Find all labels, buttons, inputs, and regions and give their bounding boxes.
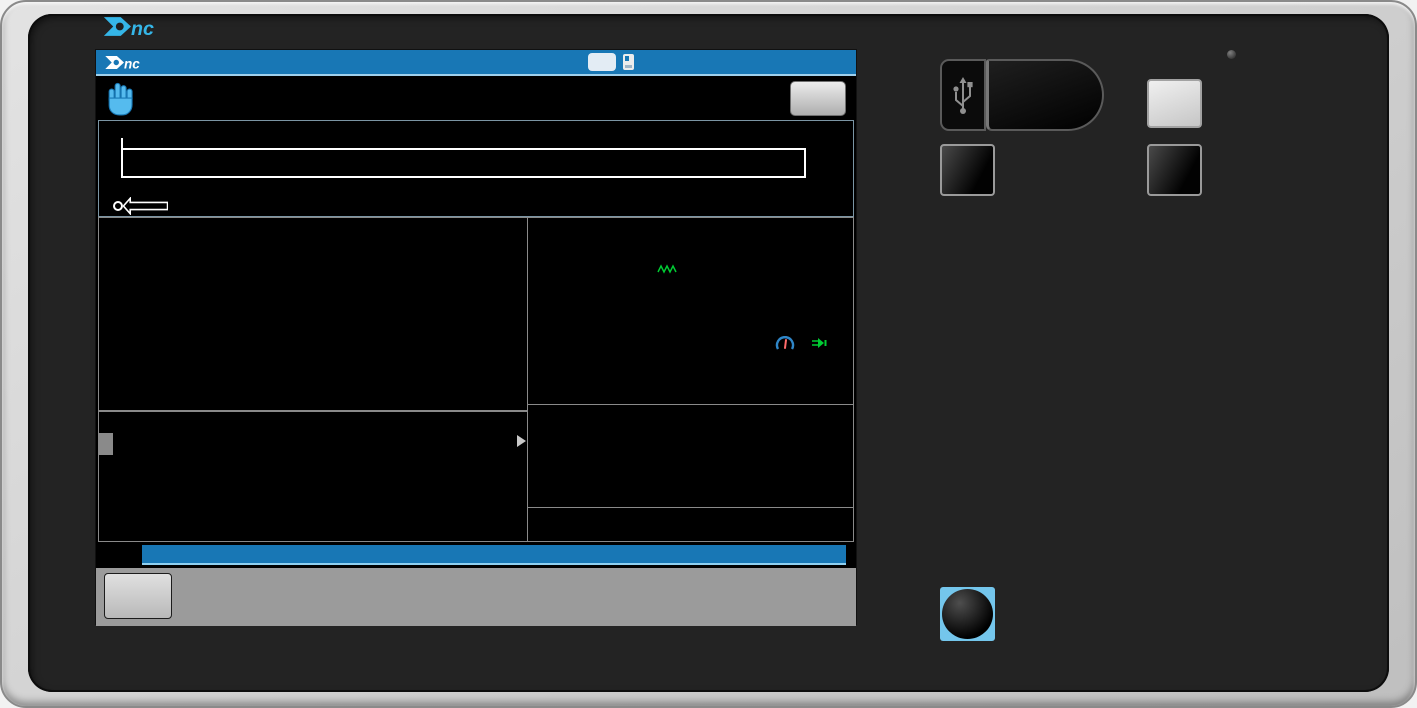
- feed-row: [534, 260, 845, 322]
- storage-icon: [623, 54, 634, 70]
- titlebar: nc: [96, 50, 856, 76]
- usb-icon: [952, 74, 974, 116]
- scroll-arrow-icon[interactable]: [517, 435, 526, 447]
- override-arrow-icon: [811, 337, 827, 349]
- check-icon: [588, 53, 616, 71]
- axes-header: [107, 220, 527, 246]
- program-header: [99, 412, 527, 432]
- tick-mark: [121, 138, 123, 148]
- position-panel: [98, 217, 528, 542]
- softkey-bar: [96, 568, 856, 626]
- main-area: [96, 217, 856, 542]
- grinding-gauge-panel: [98, 120, 854, 217]
- usb-socket[interactable]: [940, 59, 986, 131]
- machine-state-panel: [528, 217, 854, 542]
- grind-stages: [107, 183, 168, 217]
- brand-logo: nc: [102, 15, 162, 38]
- titlebar-logo-icon: nc: [104, 54, 144, 71]
- command-bar[interactable]: [142, 545, 846, 565]
- key-grid: [940, 144, 1336, 196]
- hand-mode-icon: [106, 80, 136, 116]
- axis-row: [107, 246, 527, 287]
- screen-tabs: [790, 81, 846, 116]
- feed-values: [643, 260, 839, 322]
- grind-stage: [113, 197, 168, 215]
- edit-keys: [1147, 79, 1202, 128]
- program-line[interactable]: [99, 432, 527, 456]
- mode-keys: [940, 587, 995, 641]
- titlebar-status-icons: [588, 53, 634, 71]
- svg-text:nc: nc: [124, 56, 140, 71]
- power-led-icon: [1227, 50, 1236, 59]
- spindle-row: [534, 322, 845, 364]
- tool-row: [534, 222, 845, 260]
- grind-progress-bar: [121, 148, 806, 178]
- power-indicator: [1227, 50, 1241, 59]
- feed-override-icon: [657, 264, 679, 274]
- mode-bar: [96, 76, 856, 120]
- line-number: [99, 433, 113, 455]
- status-line: [96, 542, 856, 568]
- ruler-ticks: [121, 138, 806, 148]
- usb-cover[interactable]: [986, 59, 1104, 131]
- stage-ring-icon: [113, 201, 123, 211]
- counters: [528, 508, 853, 541]
- screen: nc: [95, 49, 857, 625]
- gcode-status: [528, 404, 853, 508]
- svg-text:nc: nc: [131, 18, 154, 38]
- ruler-tick-labels: [121, 122, 806, 137]
- tool-feed-spindle: [528, 218, 853, 404]
- usb-port[interactable]: [940, 59, 1104, 131]
- axes-display: [99, 218, 527, 412]
- stage-arrow-icon: [123, 197, 168, 215]
- keyboard-panel: [940, 2, 1350, 708]
- brand-logo-icon: nc: [102, 15, 160, 38]
- speedometer-icon: [775, 336, 795, 351]
- cnc-controller: nc nc: [0, 0, 1417, 708]
- program-viewer: [99, 412, 527, 541]
